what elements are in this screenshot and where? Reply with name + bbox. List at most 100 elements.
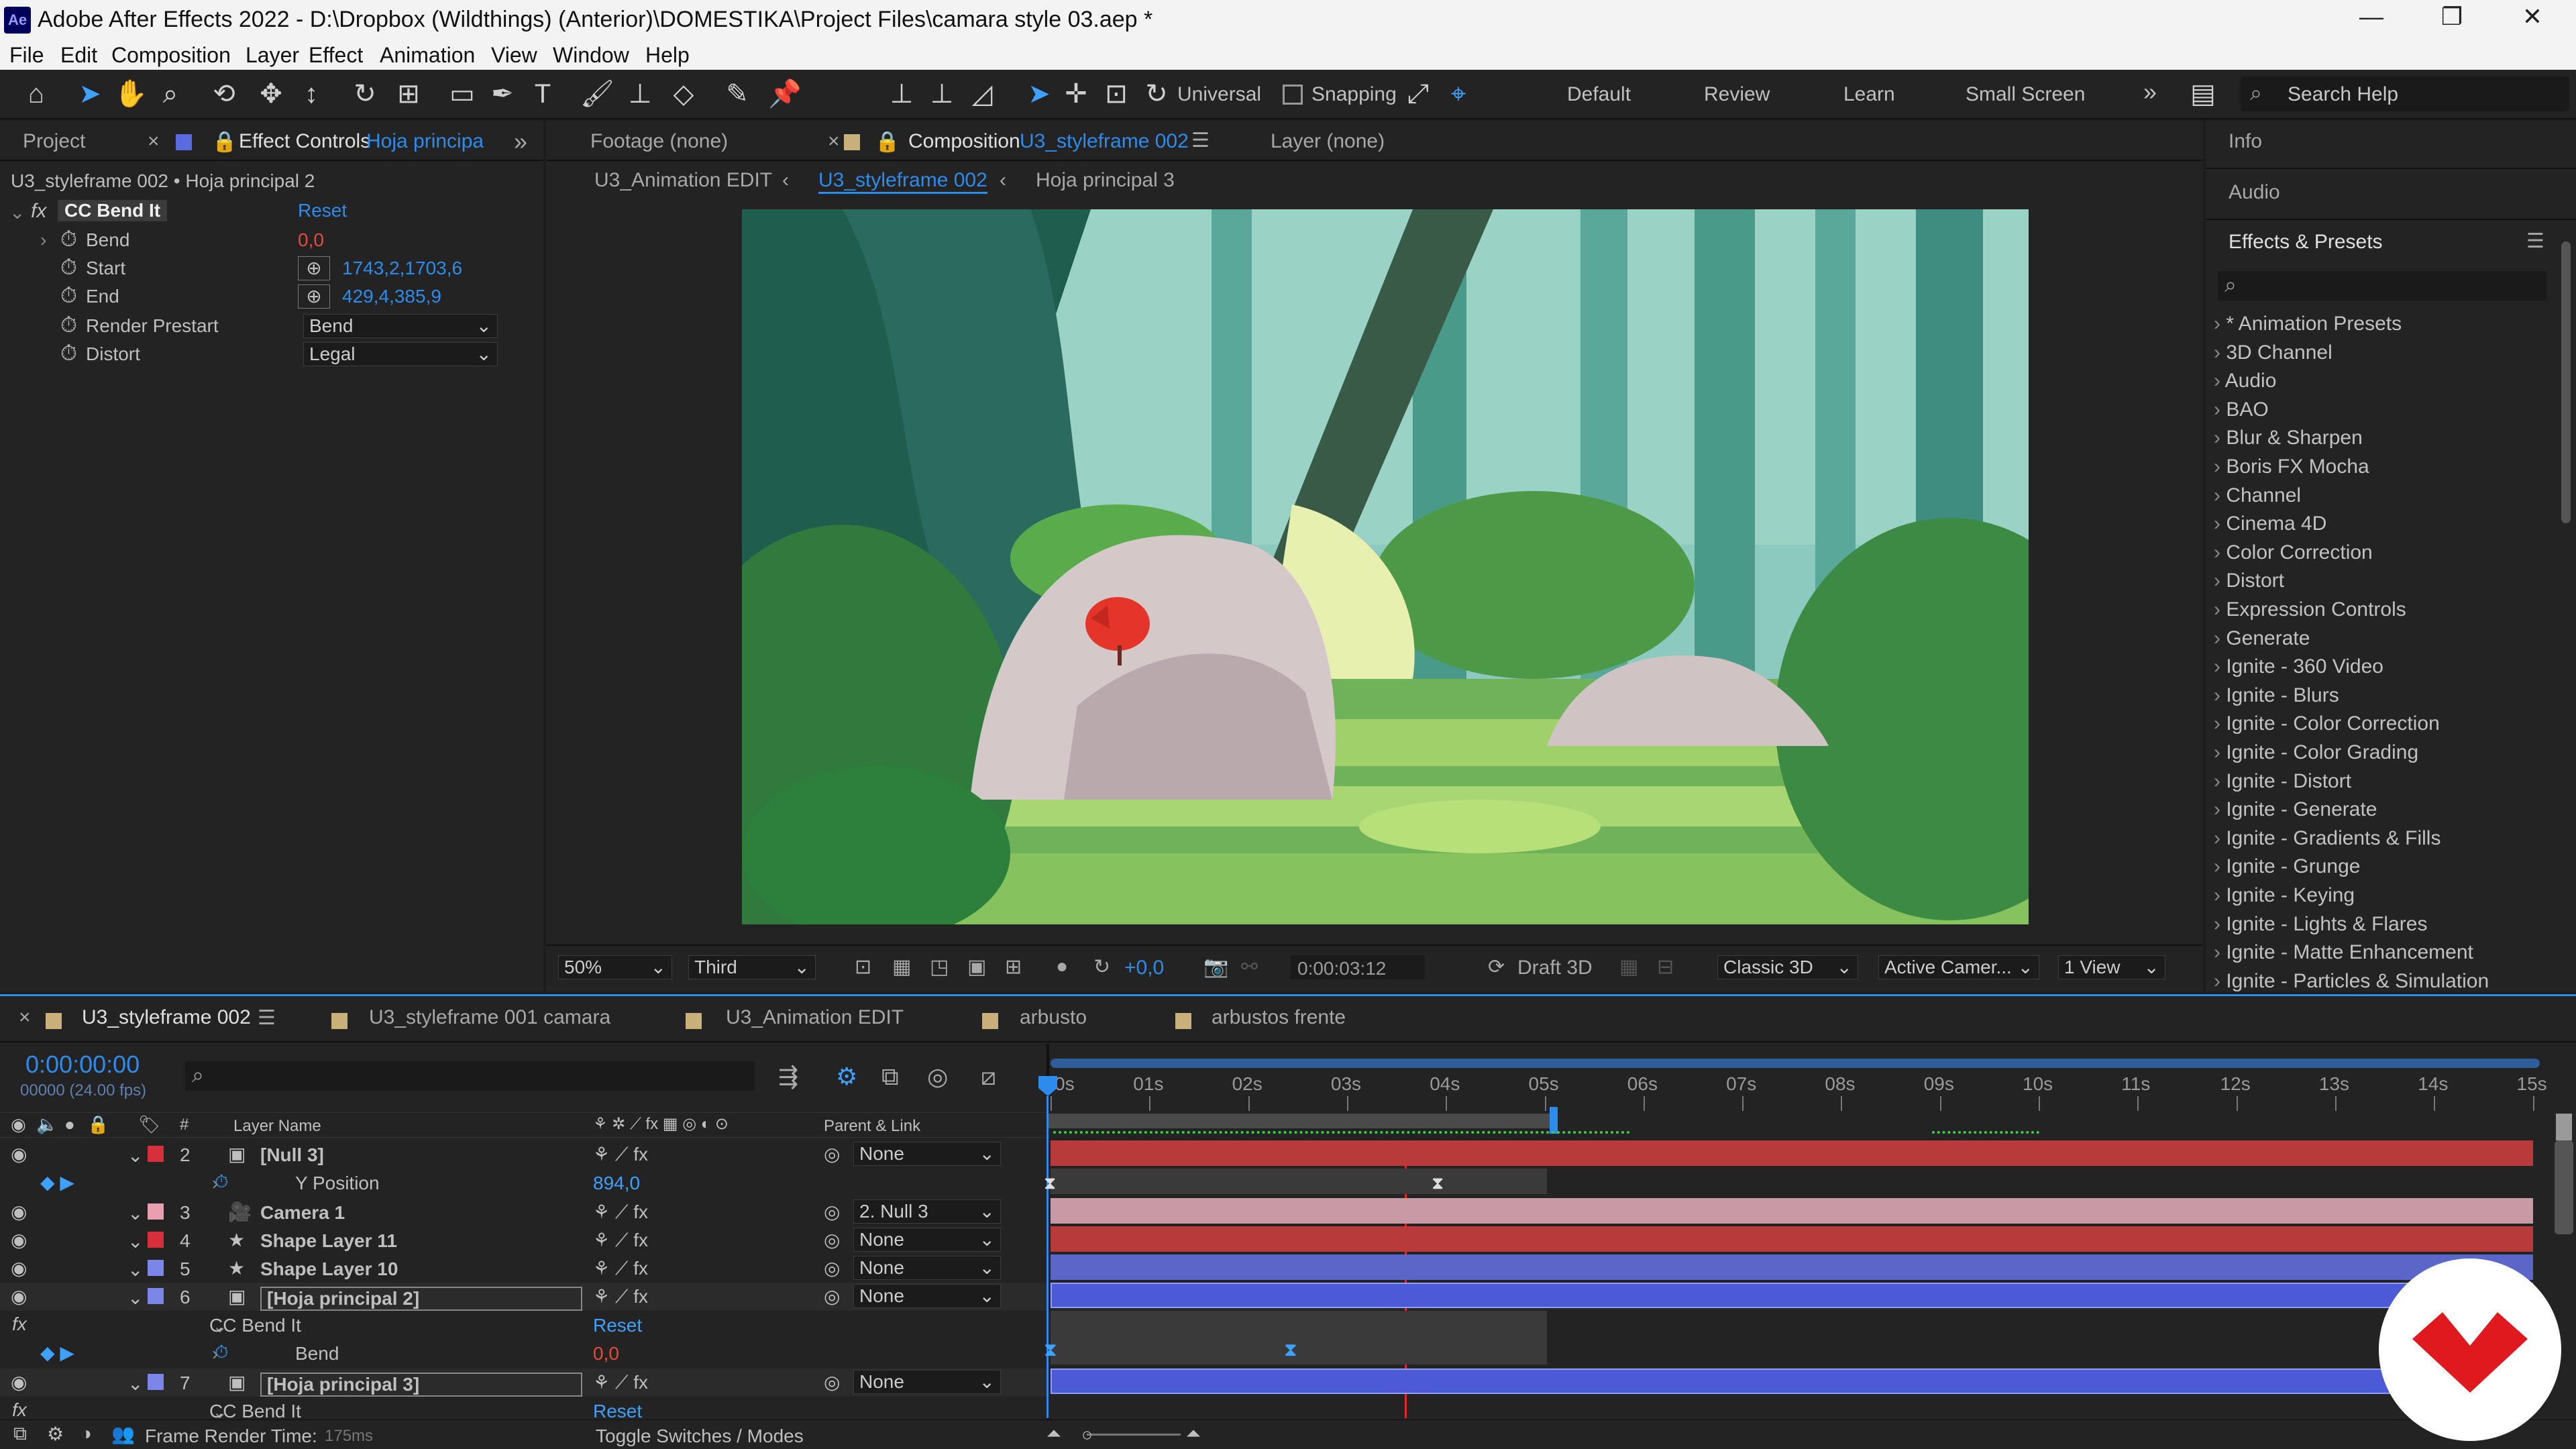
- effects-category-item[interactable]: › Boris FX Mocha: [2214, 455, 2369, 478]
- prop-value-start[interactable]: 1743,2,1703,6: [342, 258, 462, 279]
- layer-label-color[interactable]: [148, 1288, 164, 1304]
- collapse-chevron-icon[interactable]: ⌄: [9, 201, 25, 223]
- property-row[interactable]: › ⏱ ◆ ▶ Bend 0,0: [0, 1339, 1046, 1367]
- stopwatch-icon[interactable]: ⏱: [60, 255, 77, 280]
- rectangle-tool-icon[interactable]: ▭: [446, 78, 478, 110]
- effect-controls-target[interactable]: Hoja principa: [366, 130, 484, 153]
- audio-icon[interactable]: 🔈: [36, 1114, 58, 1135]
- puppet-pin-tool-icon[interactable]: 📌: [768, 78, 802, 110]
- layer-switch-icons[interactable]: ⚘ ⟋ fx: [593, 1285, 648, 1308]
- effects-category-item[interactable]: › Ignite - Matte Enhancement: [2214, 941, 2473, 964]
- view-layout-dropdown[interactable]: 1 View ⌄: [2058, 955, 2165, 979]
- zoom-tool-icon[interactable]: ⌕: [154, 78, 186, 110]
- frame-blending-icon[interactable]: ◎: [927, 1063, 948, 1091]
- effect-name[interactable]: CC Bend It: [58, 200, 168, 221]
- type-tool-icon[interactable]: T: [527, 78, 559, 110]
- layer-bar-hoja-principal-2[interactable]: [1051, 1283, 2533, 1308]
- layer-label-color[interactable]: [148, 1260, 164, 1276]
- search-help-box[interactable]: ⌕ Search Help: [2241, 76, 2569, 111]
- show-snapshot-icon[interactable]: ⚯: [1241, 955, 1258, 979]
- layer-switch-icons[interactable]: ⚘ ⟋ fx: [593, 1371, 648, 1394]
- snapping-checkbox[interactable]: [1283, 85, 1303, 105]
- layer-switch-icons[interactable]: ⚘ ⟋ fx: [593, 1201, 648, 1224]
- prop-value-bend[interactable]: 0,0: [298, 229, 324, 251]
- layer-bar-camera-1[interactable]: [1051, 1198, 2533, 1224]
- pick-whip-icon[interactable]: ◎: [824, 1201, 840, 1223]
- tab-effect-controls[interactable]: Effect Controls: [239, 130, 370, 153]
- crumb-u3-styleframe-002[interactable]: U3_styleframe 002: [818, 169, 987, 194]
- solo-icon[interactable]: ●: [64, 1114, 75, 1135]
- effects-category-item[interactable]: › Color Correction: [2214, 541, 2373, 564]
- pick-whip-icon[interactable]: ◎: [824, 1285, 840, 1307]
- composition-mini-flowchart-icon[interactable]: ⧉: [13, 1423, 27, 1445]
- lock-icon[interactable]: 🔒: [875, 130, 900, 154]
- transparency-grid-icon[interactable]: ▦: [892, 955, 911, 979]
- channel-icon[interactable]: ●: [1056, 955, 1068, 978]
- panel-overflow-icon[interactable]: »: [514, 127, 527, 156]
- effects-category-item[interactable]: › Generate: [2214, 627, 2310, 650]
- stopwatch-icon[interactable]: ⏱: [60, 283, 77, 309]
- menu-effect[interactable]: Effect: [309, 43, 363, 68]
- layer-name[interactable]: [Hoja principal 3]: [260, 1373, 582, 1397]
- layer-switches-icon[interactable]: ⚙: [47, 1423, 64, 1445]
- keyframe-icon[interactable]: ⧗: [1044, 1339, 1057, 1361]
- fx-icon[interactable]: fx: [12, 1313, 27, 1335]
- collapse-chevron-icon[interactable]: ⌄: [127, 1258, 143, 1281]
- layer-row[interactable]: ◉ ⌄ 3 🎥 Camera 1 ⚘ ⟋ fx ◎ 2. Null 3 ⌄: [0, 1198, 1046, 1226]
- timecode-display[interactable]: 0:00:03:12: [1291, 955, 1425, 979]
- draft-3d-icon[interactable]: ⟳: [1488, 955, 1505, 979]
- stopwatch-icon[interactable]: ⏱: [60, 227, 77, 252]
- eye-icon[interactable]: ◉: [11, 1229, 27, 1251]
- zoom-in-icon[interactable]: ⏶: [1186, 1423, 1201, 1445]
- axis-world-icon[interactable]: ⊥: [926, 78, 958, 110]
- lock-icon[interactable]: 🔒: [212, 130, 237, 154]
- pan-camera-tool-icon[interactable]: ✥: [255, 78, 287, 110]
- 3d-ground-plane-icon[interactable]: ▦: [1619, 955, 1638, 979]
- effects-category-item[interactable]: › Ignite - 360 Video: [2214, 655, 2383, 678]
- home-icon[interactable]: ⌂: [20, 78, 52, 110]
- collapse-chevron-icon[interactable]: ⌄: [127, 1287, 143, 1309]
- tab-menu-icon[interactable]: ☰: [1191, 129, 1210, 152]
- layer-name-column[interactable]: Layer Name: [233, 1117, 321, 1136]
- composition-flowchart-icon[interactable]: ⇶: [778, 1063, 798, 1091]
- timeline-tab-arbustos-frente[interactable]: arbustos frente: [1212, 1006, 1346, 1029]
- grid-options-icon[interactable]: ⊞: [1005, 955, 1022, 979]
- playhead-line[interactable]: [1046, 1096, 1049, 1418]
- effects-category-item[interactable]: › Channel: [2214, 484, 2301, 507]
- mask-visibility-icon[interactable]: ◳: [930, 955, 949, 979]
- effects-category-item[interactable]: › * Animation Presets: [2214, 313, 2402, 335]
- workspace-review[interactable]: Review: [1704, 83, 1770, 106]
- property-value[interactable]: 0,0: [593, 1343, 619, 1364]
- snap-target-icon[interactable]: ⌖: [1442, 78, 1474, 110]
- info-panel-header[interactable]: Info: [2206, 121, 2576, 169]
- pick-whip-icon[interactable]: ◎: [824, 1257, 840, 1279]
- effect-reset-link[interactable]: Reset: [298, 200, 347, 221]
- audio-panel-header[interactable]: Audio: [2206, 170, 2576, 220]
- tab-menu-icon[interactable]: ☰: [258, 1006, 276, 1030]
- effects-search-input[interactable]: ⌕: [2218, 271, 2546, 301]
- timeline-scrollbar-top[interactable]: [2556, 1114, 2572, 1140]
- layer-bar-hoja-principal-3[interactable]: [1051, 1368, 2533, 1394]
- timeline-zoom-slider[interactable]: [1087, 1434, 1181, 1436]
- collapse-chevron-icon[interactable]: ⌄: [127, 1144, 143, 1167]
- parent-dropdown[interactable]: None ⌄: [853, 1284, 1001, 1308]
- workspace-small-screen[interactable]: Small Screen: [1966, 83, 2085, 106]
- effects-category-item[interactable]: › Ignite - Blurs: [2214, 684, 2339, 707]
- parent-dropdown[interactable]: None ⌄: [853, 1370, 1001, 1394]
- draft-3d-label[interactable]: Draft 3D: [1517, 957, 1593, 979]
- keyframe-icon[interactable]: ⧗: [1284, 1339, 1297, 1361]
- stopwatch-icon[interactable]: ⏱: [60, 341, 77, 366]
- layer-label-color[interactable]: [148, 1374, 164, 1390]
- anchor-point-tool-icon[interactable]: ⊞: [392, 78, 425, 110]
- work-area-end-handle[interactable]: [1550, 1107, 1558, 1134]
- property-value[interactable]: Reset: [593, 1315, 642, 1336]
- effects-category-item[interactable]: › Audio: [2214, 370, 2276, 392]
- effects-category-item[interactable]: › Distort: [2214, 570, 2284, 592]
- universal-selection-icon[interactable]: ➤: [1023, 78, 1055, 110]
- snap-options-icon[interactable]: ⤢: [1402, 78, 1434, 110]
- panels-icon[interactable]: ▤: [2187, 78, 2219, 110]
- effects-category-item[interactable]: › Ignite - Gradients & Fills: [2214, 827, 2440, 850]
- layer-switch-icons[interactable]: ⚘ ⟋ fx: [593, 1229, 648, 1252]
- eye-icon[interactable]: ◉: [11, 1257, 27, 1279]
- selection-tool-icon[interactable]: ➤: [74, 78, 106, 110]
